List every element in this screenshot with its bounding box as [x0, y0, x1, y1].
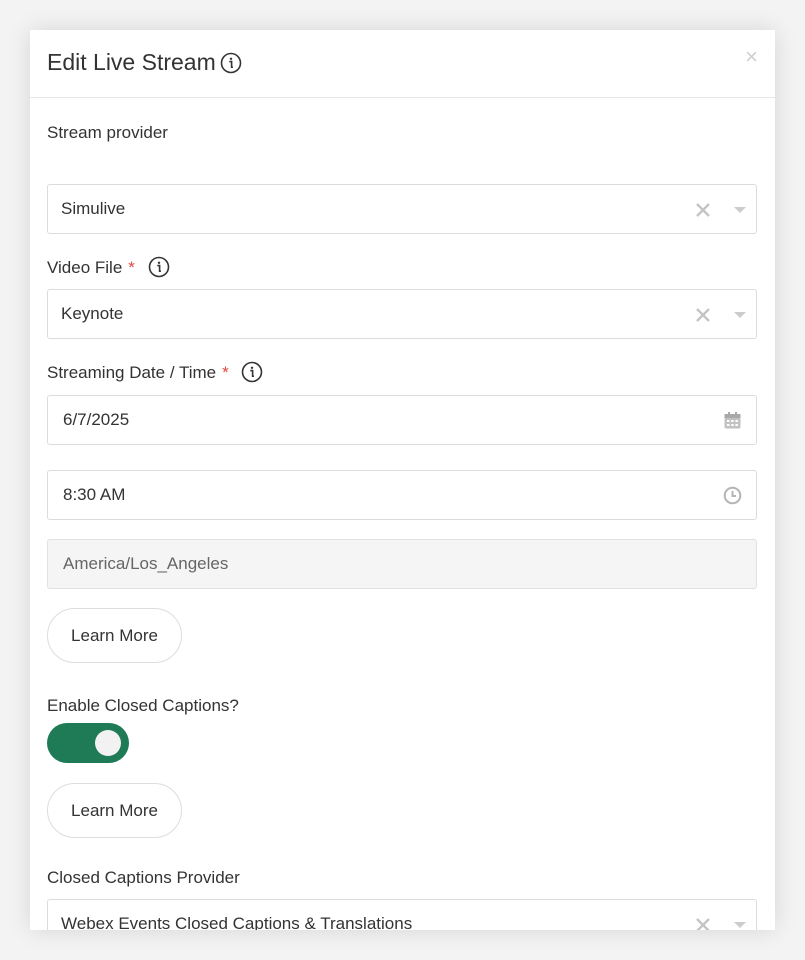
learn-more-button[interactable]: Learn More — [47, 783, 182, 838]
video-file-label-text: Video File — [47, 258, 123, 277]
required-marker: * — [222, 363, 229, 382]
streaming-time-input[interactable]: 8:30 AM — [47, 470, 757, 520]
info-icon[interactable] — [220, 52, 242, 74]
streaming-time-value: 8:30 AM — [63, 485, 126, 504]
stream-provider-select[interactable]: Simulive — [47, 184, 757, 234]
calendar-icon[interactable] — [723, 411, 742, 430]
captions-provider-label: Closed Captions Provider — [47, 868, 240, 888]
clear-icon[interactable] — [694, 302, 712, 328]
streaming-datetime-label: Streaming Date / Time * — [47, 361, 263, 383]
chevron-down-icon[interactable] — [734, 922, 746, 928]
learn-more-button[interactable]: Learn More — [47, 608, 182, 663]
chevron-down-icon[interactable] — [734, 207, 746, 213]
clear-icon[interactable] — [694, 912, 712, 930]
timezone-field: America/Los_Angeles — [47, 539, 757, 589]
required-marker: * — [128, 258, 135, 277]
stream-provider-value: Simulive — [61, 199, 126, 218]
captions-provider-label-text: Closed Captions Provider — [47, 868, 240, 887]
edit-live-stream-modal: Edit Live Stream × Stream provider Simul… — [30, 30, 775, 930]
streaming-date-input[interactable]: 6/7/2025 — [47, 395, 757, 445]
modal-title: Edit Live Stream — [47, 49, 216, 75]
closed-captions-toggle[interactable] — [47, 723, 129, 763]
modal-header: Edit Live Stream × — [30, 30, 775, 98]
chevron-down-icon[interactable] — [734, 312, 746, 318]
video-file-select[interactable]: Keynote — [47, 289, 757, 339]
info-icon[interactable] — [241, 361, 263, 383]
close-icon[interactable]: × — [745, 46, 758, 68]
timezone-value: America/Los_Angeles — [63, 554, 229, 573]
video-file-label: Video File * — [47, 256, 170, 278]
clock-icon[interactable] — [723, 486, 742, 505]
streaming-date-value: 6/7/2025 — [63, 410, 130, 429]
closed-captions-label: Enable Closed Captions? — [47, 696, 239, 716]
stream-provider-label-text: Stream provider — [47, 123, 168, 142]
stream-provider-label: Stream provider — [47, 123, 168, 143]
video-file-value: Keynote — [61, 304, 124, 323]
closed-captions-label-text: Enable Closed Captions? — [47, 696, 239, 715]
streaming-datetime-label-text: Streaming Date / Time — [47, 363, 217, 382]
clear-icon[interactable] — [694, 197, 712, 223]
info-icon[interactable] — [148, 256, 170, 278]
captions-provider-value: Webex Events Closed Captions & Translati… — [61, 914, 413, 930]
captions-provider-select[interactable]: Webex Events Closed Captions & Translati… — [47, 899, 757, 930]
toggle-knob — [95, 730, 121, 756]
